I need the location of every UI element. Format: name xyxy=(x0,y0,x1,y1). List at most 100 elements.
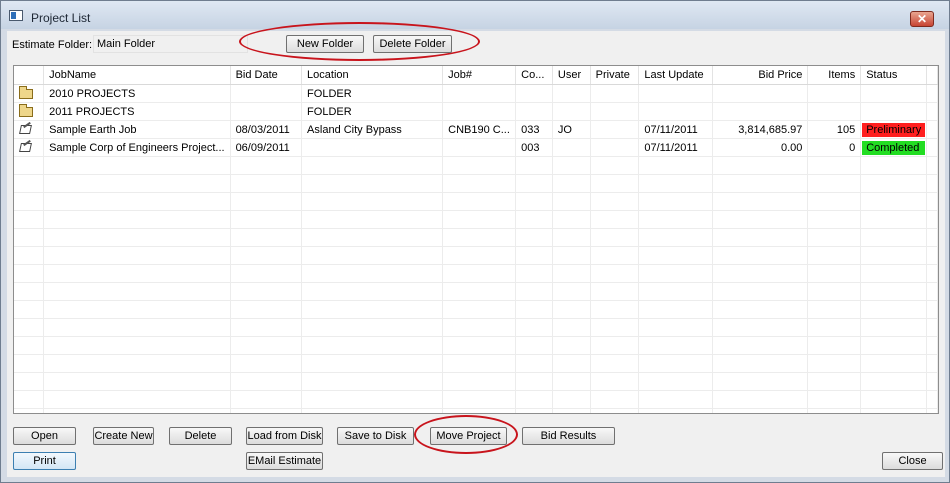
empty-cell xyxy=(638,318,714,337)
empty-cell xyxy=(712,174,809,193)
column-header-status[interactable]: Status xyxy=(860,66,927,85)
column-header-private[interactable]: Private xyxy=(590,66,640,85)
empty-cell xyxy=(860,174,927,193)
empty-cell xyxy=(301,264,444,283)
column-header-co[interactable]: Co... xyxy=(515,66,553,85)
cell-filler xyxy=(926,120,938,139)
column-header-items[interactable]: Items xyxy=(807,66,862,85)
column-header-bid-price[interactable]: Bid Price xyxy=(712,66,809,85)
cell-co xyxy=(515,84,553,103)
grid-body: 2010 PROJECTS FOLDER 2011 PROJECTS FOLDER Sa… xyxy=(14,84,938,413)
empty-cell xyxy=(43,318,231,337)
cell-job-number xyxy=(442,102,517,121)
table-row[interactable]: Sample Earth Job 08/03/2011 Asland City By… xyxy=(14,120,938,139)
open-button[interactable]: Open xyxy=(13,427,76,445)
delete-button[interactable]: Delete xyxy=(169,427,232,445)
empty-cell xyxy=(638,246,714,265)
empty-cell xyxy=(926,210,938,229)
empty-cell xyxy=(926,300,938,319)
empty-cell xyxy=(807,300,862,319)
cell-job-number: CNB190 C... xyxy=(442,120,517,139)
move-project-button[interactable]: Move Project xyxy=(430,427,507,445)
dialog-content: Estimate Folder: Main Folder New Folder … xyxy=(7,22,945,477)
create-new-button[interactable]: Create New xyxy=(93,427,154,445)
window-title: Project List xyxy=(31,11,91,25)
table-row[interactable]: 2011 PROJECTS FOLDER xyxy=(14,102,938,121)
save-to-disk-button[interactable]: Save to Disk xyxy=(337,427,414,445)
empty-cell xyxy=(712,336,809,355)
empty-cell xyxy=(638,354,714,373)
empty-cell xyxy=(590,246,640,265)
estimate-folder-label: Estimate Folder: xyxy=(12,39,93,51)
empty-cell xyxy=(43,156,231,175)
cell-items xyxy=(807,102,862,121)
empty-cell xyxy=(515,210,553,229)
delete-folder-button[interactable]: Delete Folder xyxy=(373,35,452,53)
cell-location: Asland City Bypass xyxy=(301,120,444,139)
cell-filler xyxy=(926,138,938,157)
column-header-jobname[interactable]: JobName xyxy=(43,66,231,85)
empty-cell xyxy=(590,300,640,319)
empty-cell xyxy=(43,354,231,373)
column-header-bid-date[interactable]: Bid Date xyxy=(230,66,303,85)
cell-icon xyxy=(14,84,45,103)
empty-row xyxy=(14,174,938,193)
cell-bid-date xyxy=(230,84,303,103)
empty-cell xyxy=(638,372,714,391)
column-header-user[interactable]: User xyxy=(552,66,591,85)
empty-cell xyxy=(301,156,444,175)
column-header-last-update[interactable]: Last Update xyxy=(638,66,714,85)
bid-results-button[interactable]: Bid Results xyxy=(522,427,615,445)
project-grid[interactable]: JobName Bid Date Location Job# Co... Use… xyxy=(13,65,939,414)
empty-cell xyxy=(43,372,231,391)
cell-icon xyxy=(14,102,45,121)
cell-icon xyxy=(14,138,45,157)
print-button[interactable]: Print xyxy=(13,452,76,470)
cell-bid-date xyxy=(230,102,303,121)
empty-cell xyxy=(230,336,303,355)
empty-cell xyxy=(442,390,517,409)
empty-cell xyxy=(638,390,714,409)
empty-cell xyxy=(712,354,809,373)
column-header-icon[interactable] xyxy=(14,66,45,85)
new-folder-button[interactable]: New Folder xyxy=(286,35,364,53)
close-button[interactable]: Close xyxy=(882,452,943,470)
empty-cell xyxy=(230,372,303,391)
window-app-icon xyxy=(9,10,23,21)
column-header-job-number[interactable]: Job# xyxy=(442,66,517,85)
window-close-icon[interactable]: ✕ xyxy=(910,11,934,27)
empty-cell xyxy=(230,354,303,373)
empty-cell xyxy=(860,246,927,265)
empty-cell xyxy=(301,246,444,265)
empty-cell xyxy=(926,192,938,211)
estimate-folder-field[interactable]: Main Folder xyxy=(93,35,248,53)
empty-cell xyxy=(43,282,231,301)
cell-private xyxy=(590,120,640,139)
cell-icon xyxy=(14,120,45,139)
empty-cell xyxy=(552,174,591,193)
empty-cell xyxy=(926,336,938,355)
empty-cell xyxy=(230,390,303,409)
empty-row xyxy=(14,408,938,413)
cell-filler xyxy=(926,84,938,103)
empty-cell xyxy=(926,354,938,373)
cell-co: 003 xyxy=(515,138,553,157)
table-row[interactable]: Sample Corp of Engineers Project... 06/09… xyxy=(14,138,938,157)
project-list-window: Project List ✕ Estimate Folder: Main Fol… xyxy=(0,0,950,483)
table-row[interactable]: 2010 PROJECTS FOLDER xyxy=(14,84,938,103)
empty-cell xyxy=(230,228,303,247)
empty-cell xyxy=(301,210,444,229)
title-bar[interactable]: Project List ✕ xyxy=(1,1,949,29)
load-from-disk-button[interactable]: Load from Disk xyxy=(246,427,323,445)
empty-cell xyxy=(442,354,517,373)
email-estimate-button[interactable]: EMail Estimate xyxy=(246,452,323,470)
empty-cell xyxy=(807,246,862,265)
empty-cell xyxy=(860,228,927,247)
cell-jobname: 2011 PROJECTS xyxy=(43,102,231,121)
empty-cell xyxy=(14,318,45,337)
empty-cell xyxy=(926,264,938,283)
column-header-location[interactable]: Location xyxy=(301,66,444,85)
empty-cell xyxy=(14,372,45,391)
empty-cell xyxy=(14,192,45,211)
folder-icon xyxy=(19,85,33,99)
